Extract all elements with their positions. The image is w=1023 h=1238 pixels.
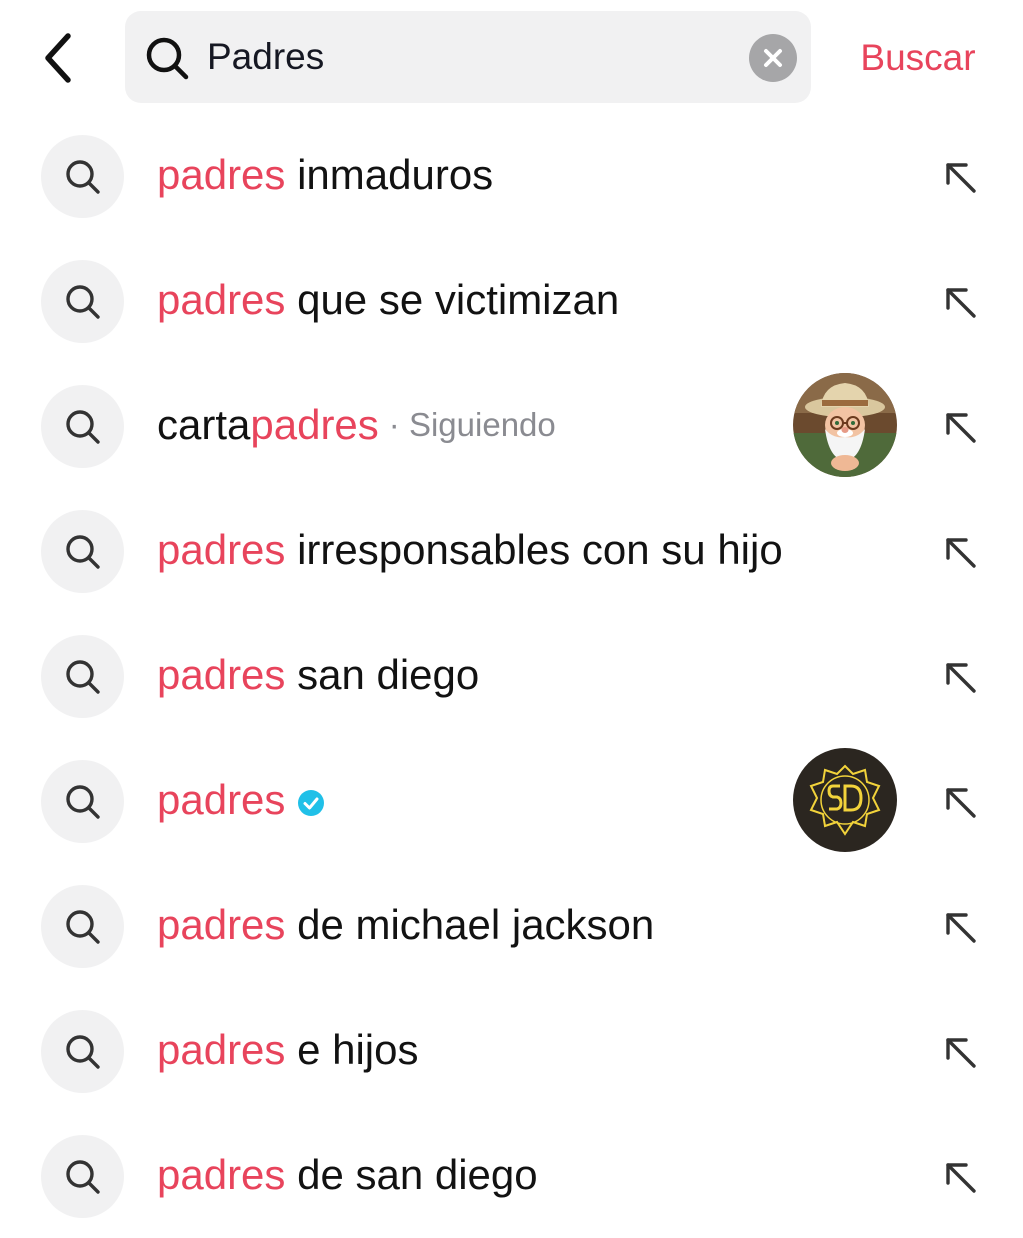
- suggestion-item[interactable]: padres inmaduros: [0, 113, 1023, 238]
- suggestion-list: padres inmaduros padres que se victimiza…: [0, 113, 1023, 1238]
- search-icon: [65, 159, 100, 194]
- search-bar: [125, 11, 811, 103]
- clear-search-button[interactable]: [749, 34, 797, 82]
- fill-query-button[interactable]: [936, 403, 984, 451]
- suggestion-highlight: padres: [157, 901, 286, 948]
- suggestion-highlight: padres: [157, 526, 286, 573]
- suggestion-search-icon: [41, 885, 124, 968]
- arrow-up-left-icon: [946, 163, 976, 193]
- suggestion-search-icon: [41, 385, 124, 468]
- fill-query-button[interactable]: [936, 1153, 984, 1201]
- arrow-up-left-icon: [946, 1038, 976, 1068]
- fill-query-button[interactable]: [936, 1028, 984, 1076]
- suggestion-text: padres e hijos: [157, 1018, 419, 1082]
- suggestion-rest: inmaduros: [285, 151, 494, 198]
- fill-query-button[interactable]: [936, 653, 984, 701]
- fill-query-button[interactable]: [936, 153, 984, 201]
- chevron-left-icon: [45, 33, 71, 83]
- back-button[interactable]: [30, 28, 90, 88]
- fill-query-button[interactable]: [936, 903, 984, 951]
- suggestion-rest: que se victimizan: [285, 276, 620, 323]
- suggestion-search-icon: [41, 135, 124, 218]
- suggestion-search-icon: [41, 1135, 124, 1218]
- following-label: · Siguiendo: [388, 406, 556, 443]
- suggestion-search-icon: [41, 1010, 124, 1093]
- arrow-up-left-icon: [946, 538, 976, 568]
- cartoon-grandpa-avatar: [793, 373, 897, 477]
- suggestion-item[interactable]: padres san diego: [0, 613, 1023, 738]
- suggestion-highlight: padres: [157, 151, 286, 198]
- arrow-up-left-icon: [946, 663, 976, 693]
- fill-query-button[interactable]: [936, 528, 984, 576]
- suggestion-highlight: padres: [157, 776, 286, 823]
- search-submit-button[interactable]: Buscar: [848, 30, 988, 86]
- suggestion-highlight: padres: [157, 1026, 286, 1073]
- suggestion-search-icon: [41, 760, 124, 843]
- arrow-up-left-icon: [946, 788, 976, 818]
- arrow-up-left-icon: [946, 413, 976, 443]
- suggestion-item[interactable]: padres e hijos: [0, 988, 1023, 1113]
- suggestion-item-account[interactable]: padres: [0, 738, 1023, 863]
- suggestion-rest: e hijos: [285, 1026, 419, 1073]
- fill-query-button[interactable]: [936, 278, 984, 326]
- suggestion-item[interactable]: padres de san diego: [0, 1113, 1023, 1238]
- fill-query-button[interactable]: [936, 778, 984, 826]
- search-icon: [65, 659, 100, 694]
- suggestion-search-icon: [41, 260, 124, 343]
- search-icon: [146, 37, 189, 80]
- suggestion-text: padres que se victimizan: [157, 268, 619, 332]
- search-icon: [65, 1034, 100, 1069]
- suggestion-text: padres: [157, 768, 325, 832]
- suggestion-text: padres san diego: [157, 643, 479, 707]
- suggestion-rest: de san diego: [285, 1151, 538, 1198]
- arrow-up-left-icon: [946, 1163, 976, 1193]
- suggestion-search-icon: [41, 510, 124, 593]
- suggestion-search-icon: [41, 635, 124, 718]
- search-icon: [65, 409, 100, 444]
- suggestion-rest: irresponsables con su hijo: [285, 526, 783, 573]
- suggestion-text: padres inmaduros: [157, 143, 493, 207]
- suggestion-highlight: padres: [157, 651, 286, 698]
- suggestion-item[interactable]: padres que se victimizan: [0, 238, 1023, 363]
- search-icon: [65, 284, 100, 319]
- suggestion-text: padres de san diego: [157, 1143, 538, 1207]
- suggestion-highlight: padres: [250, 401, 379, 448]
- arrow-up-left-icon: [946, 913, 976, 943]
- search-icon: [65, 909, 100, 944]
- search-input[interactable]: [207, 29, 737, 85]
- search-header: Buscar: [0, 0, 1023, 115]
- search-icon: [65, 784, 100, 819]
- suggestion-item-account[interactable]: carta padres · Siguiendo: [0, 363, 1023, 488]
- search-icon: [65, 1159, 100, 1194]
- arrow-up-left-icon: [946, 288, 976, 318]
- suggestion-text: carta padres · Siguiendo: [157, 393, 556, 457]
- suggestion-prefix: carta: [157, 401, 251, 448]
- suggestion-highlight: padres: [157, 276, 286, 323]
- suggestion-rest: de michael jackson: [285, 901, 655, 948]
- clear-icon: [764, 49, 782, 67]
- suggestion-highlight: padres: [157, 1151, 286, 1198]
- search-icon: [65, 534, 100, 569]
- suggestion-rest: san diego: [285, 651, 480, 698]
- suggestion-item[interactable]: padres irresponsables con su hijo: [0, 488, 1023, 613]
- suggestion-item[interactable]: padres de michael jackson: [0, 863, 1023, 988]
- verified-badge-icon: [298, 790, 325, 816]
- suggestion-text: padres irresponsables con su hijo: [157, 518, 783, 582]
- suggestion-text: padres de michael jackson: [157, 893, 654, 957]
- sd-padres-logo-avatar: [793, 748, 897, 852]
